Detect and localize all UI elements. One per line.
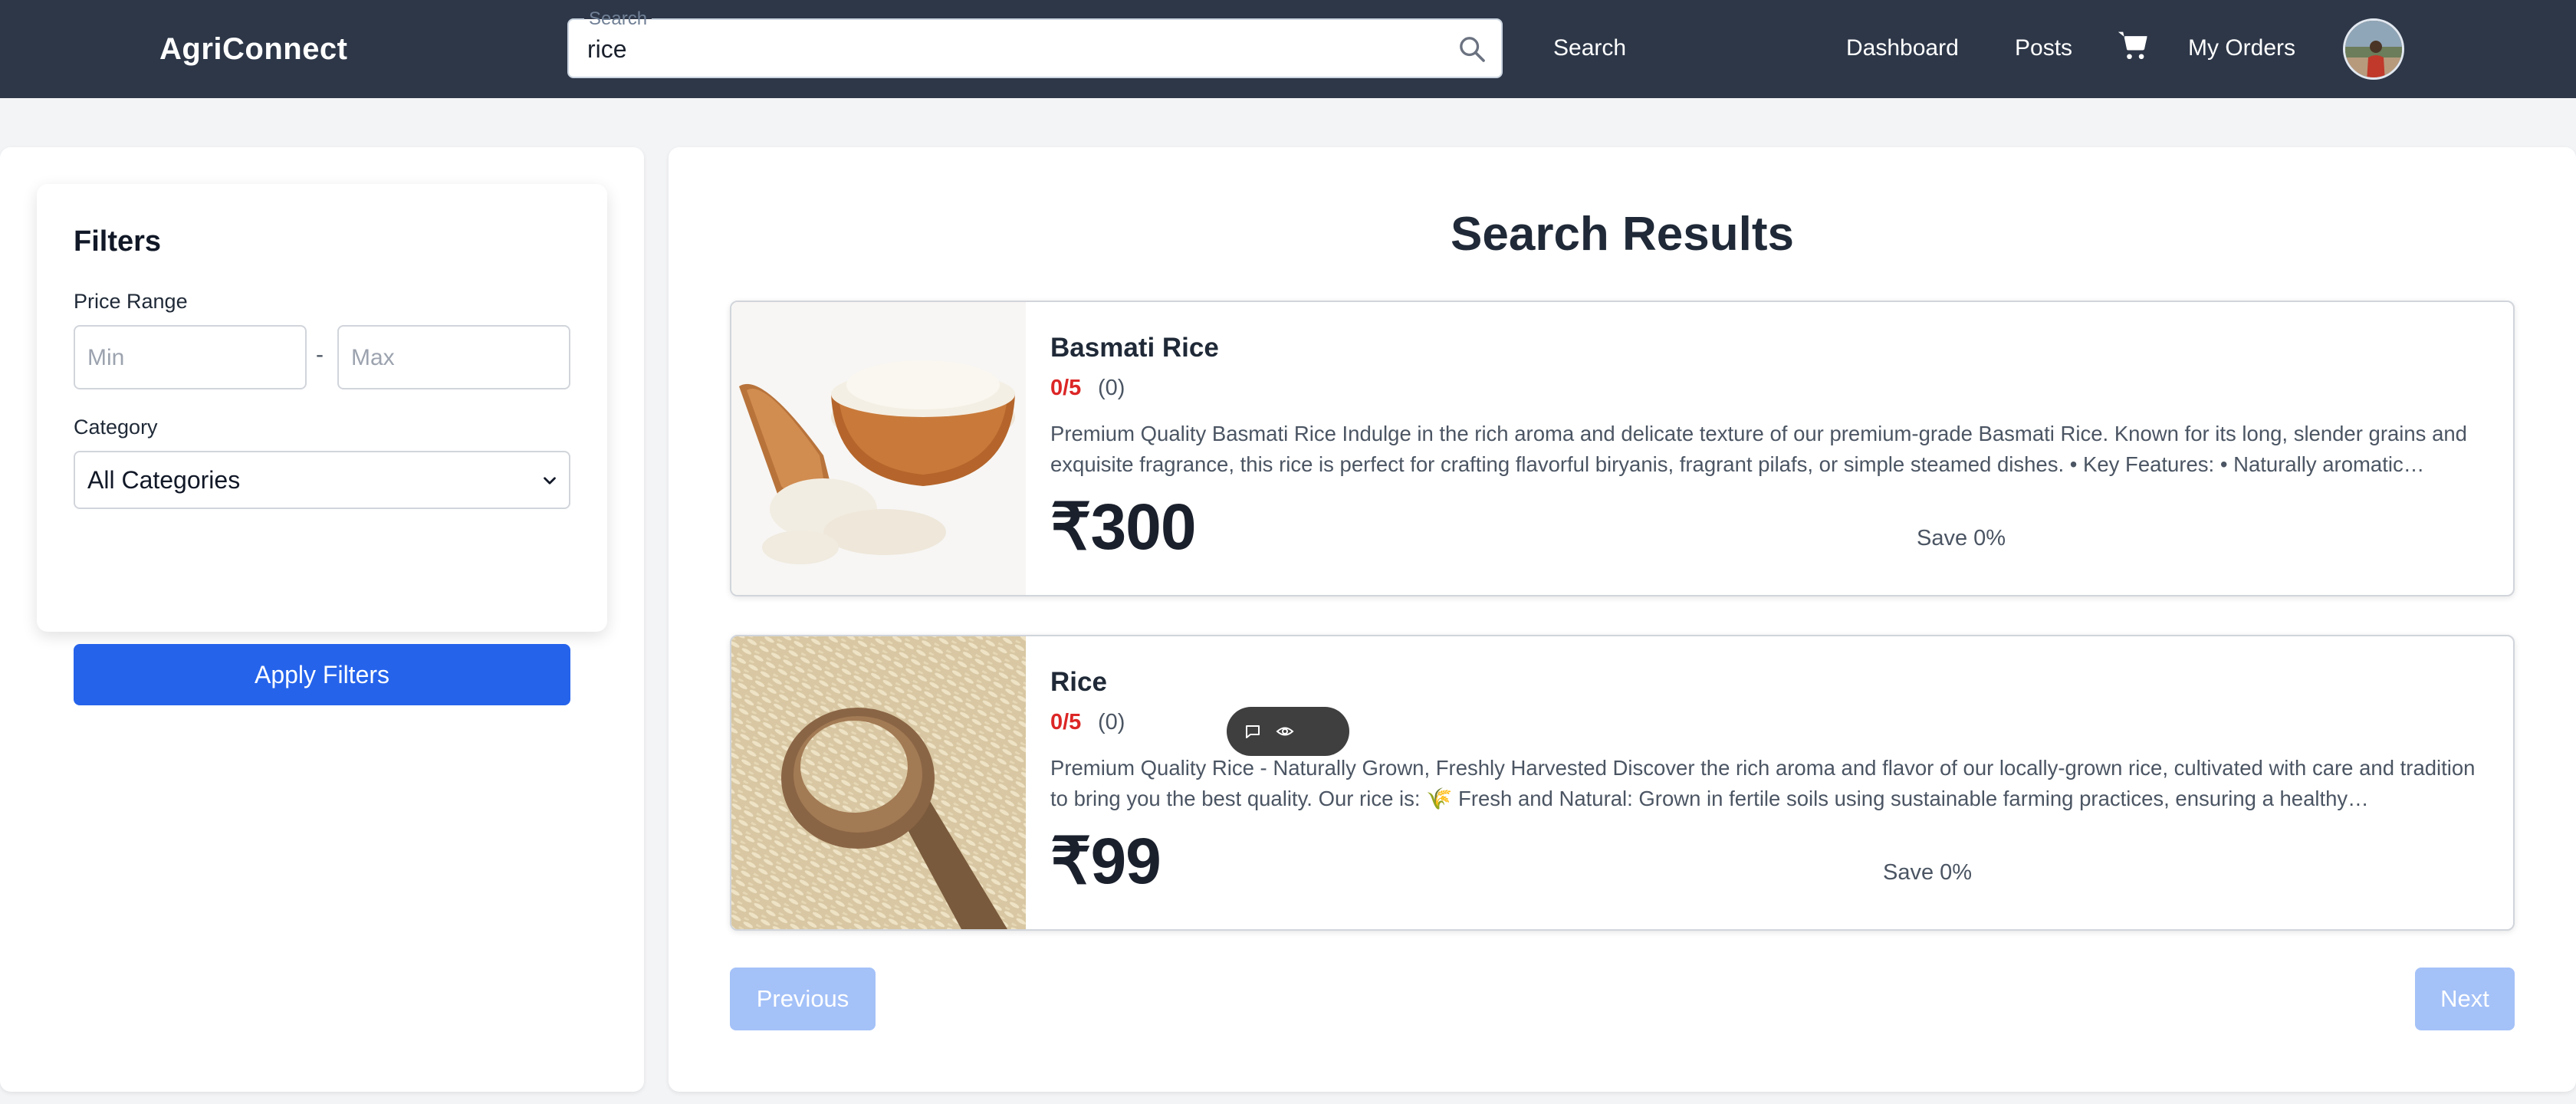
product-price: ₹99 xyxy=(1050,825,1162,897)
category-selected-value: All Categories xyxy=(87,466,241,494)
product-discount: Save 0% xyxy=(1917,526,2006,550)
product-rating: 0/5 xyxy=(1050,710,1082,734)
product-price: ₹300 xyxy=(1050,491,1197,563)
avatar-image xyxy=(2345,21,2402,77)
apply-filters-button[interactable]: Apply Filters xyxy=(74,644,570,705)
chevron-down-icon xyxy=(544,477,556,485)
search-input[interactable]: Search rice xyxy=(567,9,1503,78)
product-title[interactable]: Basmati Rice xyxy=(1050,333,1219,363)
product-image-basmati-rice xyxy=(731,302,1026,595)
top-navbar: AgriConnect Search rice Search Dashboard… xyxy=(0,0,2576,98)
eye-icon[interactable] xyxy=(1276,722,1294,741)
price-max-input[interactable]: Max xyxy=(337,325,570,389)
previous-page-button[interactable]: Previous xyxy=(730,968,876,1030)
nav-my-orders[interactable]: My Orders xyxy=(2188,35,2295,61)
product-image-rice xyxy=(731,636,1026,929)
product-description: Premium Quality Basmati Rice Indulge in … xyxy=(1050,422,2467,476)
price-range-label: Price Range xyxy=(74,290,188,313)
product-review-count: (0) xyxy=(1098,376,1125,400)
product-review-count: (0) xyxy=(1098,710,1125,734)
product-card-basmati-rice[interactable]: Basmati Rice 0/5 (0) Premium Quality Bas… xyxy=(730,301,2515,596)
floating-toolbar[interactable] xyxy=(1227,707,1349,756)
category-select[interactable]: All Categories xyxy=(74,451,570,509)
results-panel xyxy=(669,147,2576,1092)
price-separator: - xyxy=(316,342,324,367)
avatar[interactable] xyxy=(2343,18,2404,80)
comment-icon[interactable] xyxy=(1244,722,1262,741)
next-page-button[interactable]: Next xyxy=(2415,968,2515,1030)
search-legend: Search xyxy=(584,9,652,29)
filters-content: Filters Price Range Min - Max Category A… xyxy=(37,147,607,705)
product-description: Premium Quality Rice - Naturally Grown, … xyxy=(1050,756,2476,810)
product-discount: Save 0% xyxy=(1883,860,1973,885)
filters-title: Filters xyxy=(74,225,162,258)
product-title[interactable]: Rice xyxy=(1050,667,1107,698)
nav-posts[interactable]: Posts xyxy=(2015,35,2072,61)
search-value[interactable]: rice xyxy=(587,35,627,64)
search-button[interactable]: Search xyxy=(1553,35,1626,61)
search-icon[interactable] xyxy=(1457,34,1487,64)
category-label: Category xyxy=(74,416,158,439)
nav-dashboard[interactable]: Dashboard xyxy=(1846,35,1959,61)
price-min-input[interactable]: Min xyxy=(74,325,307,389)
cart-icon[interactable] xyxy=(2116,29,2151,63)
product-card-rice[interactable]: Rice 0/5 (0) Premium Quality Rice - Natu… xyxy=(730,635,2515,931)
brand-logo[interactable]: AgriConnect xyxy=(159,32,348,67)
page-title: Search Results xyxy=(1451,208,1794,261)
product-rating: 0/5 xyxy=(1050,376,1082,400)
